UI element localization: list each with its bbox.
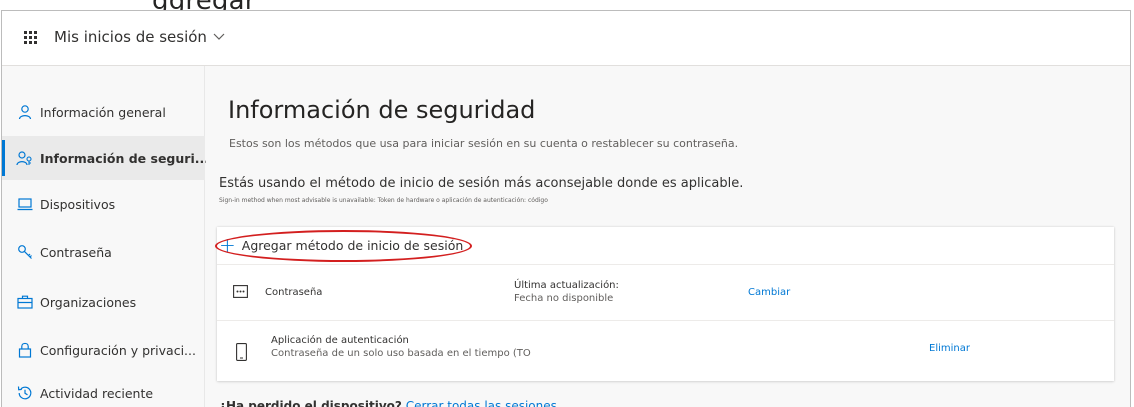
sidebar-item-label: Contraseña bbox=[40, 244, 112, 260]
lost-device-question: ¿Ha perdido el dispositivo? bbox=[219, 399, 402, 407]
method-name: Aplicación de autenticación bbox=[271, 335, 409, 346]
sidebar-item-organizations[interactable]: Organizaciones bbox=[2, 280, 205, 324]
add-method-label: Agregar método de inicio de sesión bbox=[241, 237, 464, 253]
sidebar-item-settings-privacy[interactable]: Configuración y privaci... bbox=[2, 328, 205, 372]
sidebar-item-label: Configuración y privaci... bbox=[40, 342, 196, 358]
app-window: Mis inicios de sesión Información genera… bbox=[1, 10, 1131, 407]
methods-card: + Agregar método de inicio de sesión Con… bbox=[215, 227, 1114, 381]
sidebar-item-overview[interactable]: Información general bbox=[2, 90, 205, 134]
sidebar-item-password[interactable]: Contraseña bbox=[2, 230, 205, 274]
page-title: Información de seguridad bbox=[228, 96, 536, 124]
password-dots-icon bbox=[233, 285, 248, 298]
lost-device-line: ¿Ha perdido el dispositivo? Cerrar todas… bbox=[219, 399, 557, 407]
history-icon bbox=[16, 384, 34, 402]
key-icon bbox=[16, 243, 34, 261]
method-detail-label: Última actualización: bbox=[514, 280, 619, 291]
plus-icon: + bbox=[219, 233, 236, 257]
lock-icon bbox=[16, 341, 34, 359]
phone-icon bbox=[236, 343, 247, 361]
security-info-icon bbox=[16, 149, 34, 167]
sidebar-item-label: Dispositivos bbox=[40, 196, 116, 212]
sidebar-item-devices[interactable]: Dispositivos bbox=[2, 182, 205, 226]
page-subtitle: Estos son los métodos que usa para inici… bbox=[229, 137, 739, 150]
fallback-method-note: Sign-in method when most advisable is un… bbox=[219, 197, 548, 204]
method-detail-value: Fecha no disponible bbox=[514, 293, 614, 304]
app-title: Mis inicios de sesión bbox=[54, 28, 207, 46]
method-detail: Contraseña de un solo uso basada en el t… bbox=[271, 348, 531, 359]
default-method-status: Estás usando el método de inicio de sesi… bbox=[219, 176, 744, 191]
method-name: Contraseña bbox=[265, 287, 323, 298]
sign-out-everywhere-link[interactable]: Cerrar todas las sesiones bbox=[406, 399, 557, 407]
app-launcher-icon[interactable] bbox=[24, 31, 38, 45]
change-password-link[interactable]: Cambiar bbox=[748, 287, 790, 298]
main-content: Información de seguridad Estos son los m… bbox=[206, 66, 1130, 407]
sidebar: Información general Información de segur… bbox=[2, 66, 209, 407]
add-method-button[interactable]: + Agregar método de inicio de sesión bbox=[217, 235, 463, 255]
briefcase-icon bbox=[16, 293, 34, 311]
person-icon bbox=[16, 103, 34, 121]
sidebar-item-label: Organizaciones bbox=[40, 294, 137, 310]
sidebar-item-label: Información general bbox=[40, 104, 166, 120]
laptop-icon bbox=[16, 195, 34, 213]
method-row-authenticator: Aplicación de autenticación Contraseña d… bbox=[217, 321, 1114, 381]
method-row-password: Contraseña Última actualización: Fecha n… bbox=[217, 265, 1114, 321]
sidebar-item-label: Actividad reciente bbox=[40, 385, 154, 401]
top-bar: Mis inicios de sesión bbox=[2, 11, 1130, 66]
app-title-menu[interactable]: Mis inicios de sesión bbox=[54, 28, 225, 46]
add-method-row: + Agregar método de inicio de sesión bbox=[215, 227, 1114, 265]
chevron-down-icon bbox=[213, 33, 225, 40]
sidebar-item-label: Información de seguri... bbox=[40, 150, 209, 166]
delete-method-link[interactable]: Eliminar bbox=[929, 343, 970, 354]
sidebar-item-security-info[interactable]: Información de seguri... bbox=[2, 136, 209, 180]
sidebar-item-recent-activity[interactable]: Actividad reciente bbox=[2, 371, 205, 407]
